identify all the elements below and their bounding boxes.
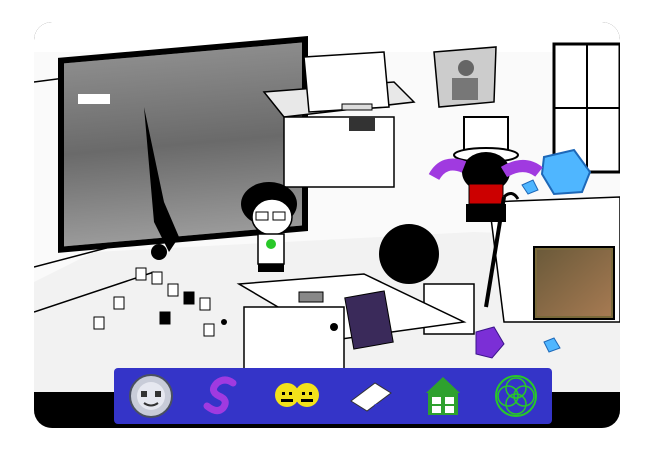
house-icon[interactable]: House bbox=[418, 371, 468, 421]
game-viewport: Cue Ball Sburb S Pesterchum bbox=[34, 22, 620, 428]
poster[interactable] bbox=[433, 46, 497, 108]
sburb-s-icon[interactable]: Sburb S bbox=[199, 371, 249, 421]
spirograph-icon[interactable]: Spirograph bbox=[491, 371, 541, 421]
svg-text:P: P bbox=[373, 401, 386, 421]
pesterchum-icon[interactable]: Pesterchum bbox=[272, 371, 322, 421]
papers-icon[interactable]: Papers P bbox=[345, 371, 395, 421]
bed[interactable] bbox=[488, 196, 620, 323]
cue-ball-icon[interactable]: Cue Ball bbox=[126, 371, 176, 421]
taskbar: Cue Ball Sburb S Pesterchum bbox=[114, 368, 552, 424]
